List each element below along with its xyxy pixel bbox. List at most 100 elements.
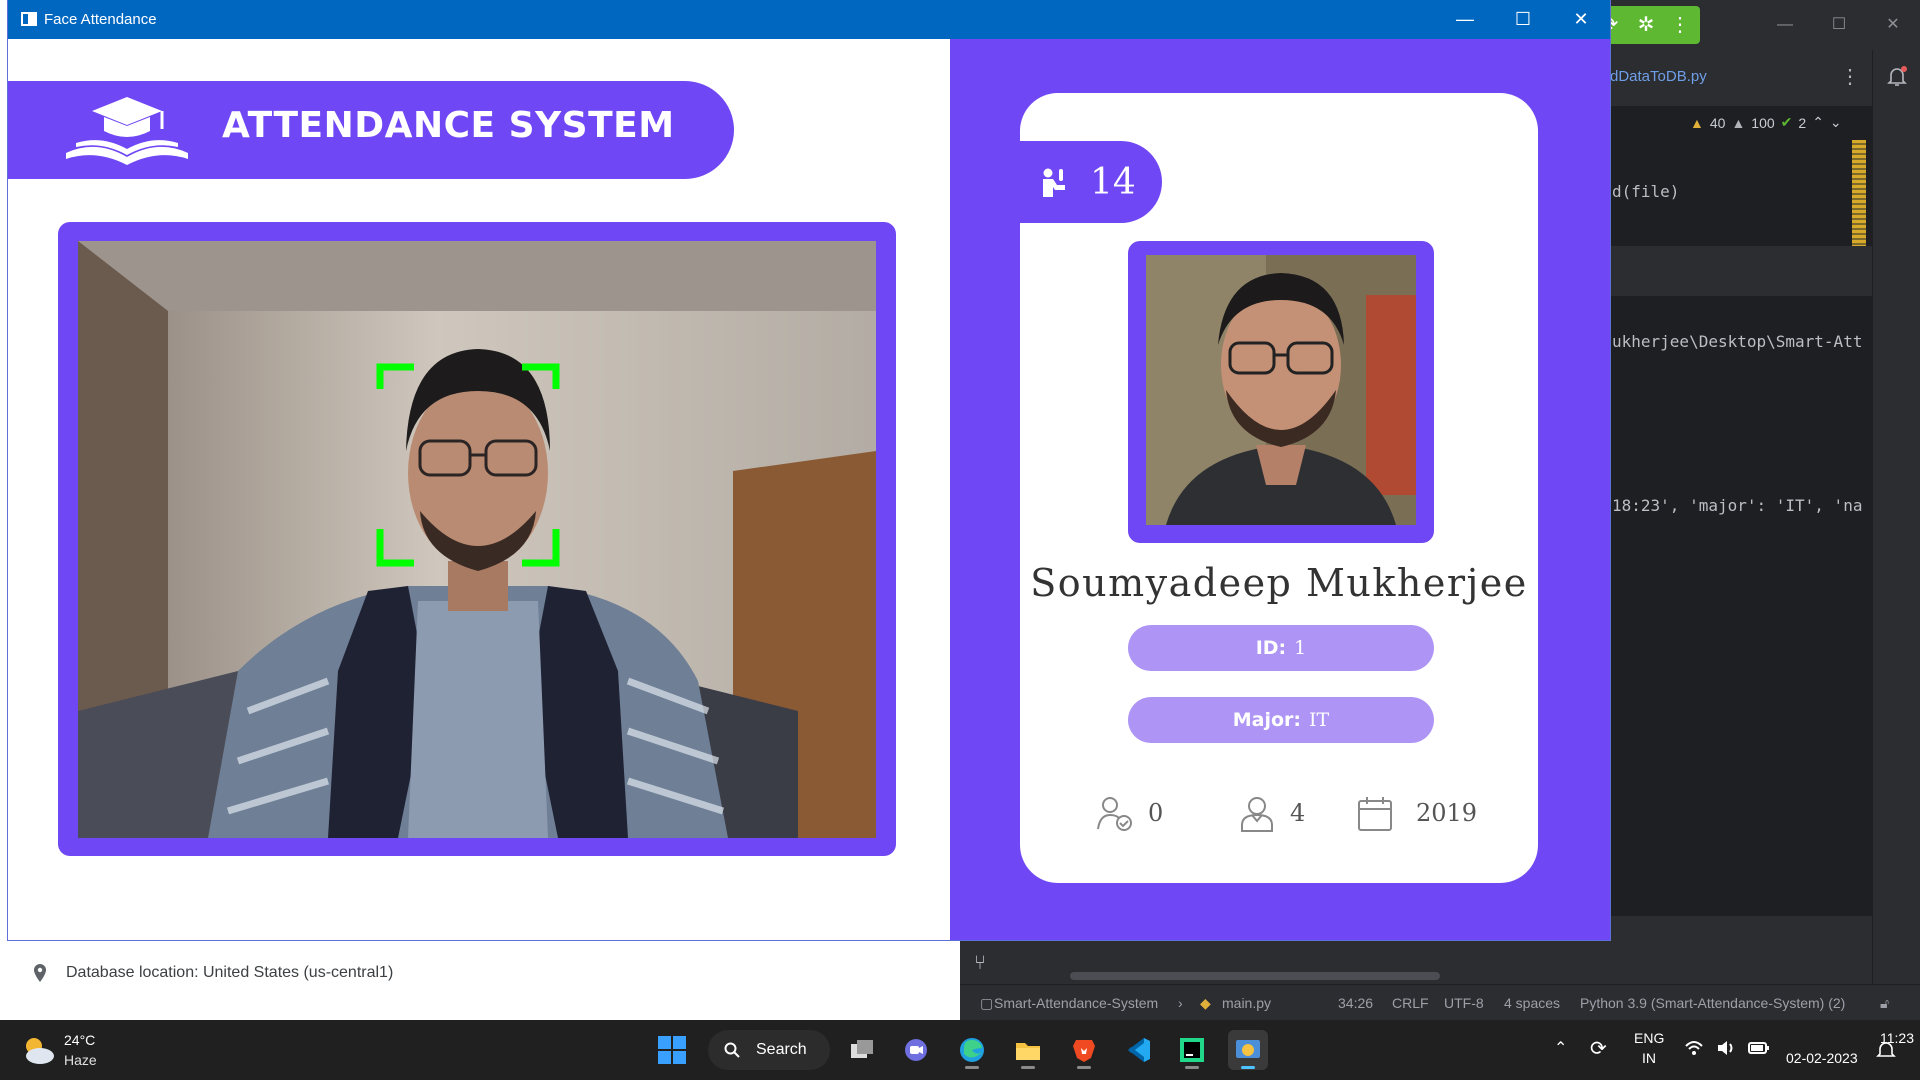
status-encoding[interactable]: UTF-8 — [1444, 995, 1484, 1011]
edge-browser-icon[interactable] — [952, 1030, 992, 1070]
face-attendance-window: Face Attendance — ☐ ✕ ATTENDANCE SYSTEM — [8, 0, 1610, 940]
window-title: Face Attendance — [44, 11, 157, 28]
inspection-widget[interactable]: ▲ 40 ▲ 100 ✔ 2 ⌃ ⌄ — [1690, 114, 1842, 131]
minimize-button[interactable]: — — [1436, 0, 1494, 39]
weather-haze-icon[interactable] — [20, 1032, 56, 1068]
user-check-icon — [1097, 797, 1132, 831]
horizontal-scrollbar[interactable] — [1070, 972, 1440, 980]
weak-warning-count: 100 — [1751, 114, 1775, 131]
warning-count: 40 — [1709, 114, 1726, 131]
page-title: ATTENDANCE SYSTEM — [222, 105, 675, 146]
maximize-button[interactable]: ☐ — [1494, 0, 1552, 39]
id-value: 1 — [1294, 637, 1307, 659]
ide-right-toolbar — [1872, 50, 1920, 1020]
more-icon[interactable]: ⋮ — [1668, 13, 1692, 37]
webcam-feed — [78, 241, 876, 838]
clock-time[interactable]: 11:23 — [1826, 1030, 1914, 1046]
stat-standing-value: 4 — [1290, 799, 1306, 827]
status-indent[interactable]: 4 spaces — [1504, 995, 1560, 1011]
python-file-icon: ◆ — [1200, 995, 1211, 1011]
attendance-count-badge: 14 — [1020, 141, 1162, 223]
calendar-icon — [1358, 797, 1392, 831]
status-file[interactable]: main.py — [1222, 995, 1271, 1011]
wifi-icon[interactable] — [1684, 1038, 1704, 1058]
brave-browser-icon[interactable] — [1064, 1030, 1104, 1070]
stat-starting-year: 2019 — [1416, 799, 1478, 827]
student-major-pill: Major: IT — [1128, 697, 1434, 743]
student-name: Soumyadeep Mukherjee — [1030, 561, 1528, 605]
console-line: ukherjee\Desktop\Smart-Att — [1612, 332, 1863, 351]
student-card: 14 Soumyadeep Mukherjee ID: 1 Major: IT … — [1020, 93, 1538, 883]
ide-close-icon[interactable]: ✕ — [1866, 0, 1920, 50]
debug-icon[interactable]: ✲ — [1634, 13, 1658, 37]
vscode-icon[interactable] — [1118, 1030, 1158, 1070]
breadcrumb-chevron-icon: › — [1178, 995, 1183, 1011]
webcam-image — [78, 241, 876, 838]
ide-maximize-icon[interactable]: ☐ — [1812, 0, 1866, 50]
webcam-frame — [58, 222, 896, 856]
id-label: ID: — [1255, 637, 1287, 659]
windows-start-icon[interactable] — [656, 1034, 688, 1066]
ide-window-controls: — ☐ ✕ — [1758, 0, 1920, 50]
check-icon: ✔ — [1780, 114, 1793, 130]
weather-description[interactable]: Haze — [64, 1052, 97, 1068]
weather-temperature[interactable]: 24°C — [64, 1032, 95, 1048]
user-icon — [1241, 797, 1273, 832]
notification-center-icon[interactable] — [1876, 1040, 1896, 1060]
console-line: 18:23', 'major': 'IT', 'na — [1612, 496, 1863, 515]
pycharm-icon[interactable] — [1172, 1030, 1212, 1070]
status-interpreter[interactable]: Python 3.9 (Smart-Attendance-System) (2) — [1580, 995, 1845, 1011]
sync-icon[interactable]: ⟳ — [1590, 1036, 1607, 1061]
search-icon — [724, 1042, 740, 1058]
region-indicator[interactable]: IN — [1642, 1050, 1656, 1066]
weak-warning-icon: ▲ — [1731, 114, 1746, 131]
attendance-count: 14 — [1090, 162, 1136, 203]
taskbar-search[interactable]: Search — [708, 1030, 830, 1070]
status-line-separator[interactable]: CRLF — [1392, 995, 1429, 1011]
window-titlebar[interactable]: Face Attendance — ☐ ✕ — [8, 0, 1610, 39]
major-label: Major: — [1232, 709, 1302, 731]
ide-minimize-icon[interactable]: — — [1758, 0, 1812, 50]
app-icon — [21, 12, 37, 26]
python-app-icon[interactable] — [1228, 1030, 1268, 1070]
warning-icon: ▲ — [1690, 114, 1704, 131]
stat-status-value: 0 — [1148, 799, 1164, 827]
status-project[interactable]: Smart-Attendance-System — [994, 995, 1158, 1011]
graduation-book-icon — [66, 97, 188, 165]
major-value: IT — [1309, 709, 1330, 731]
search-label: Search — [756, 1041, 807, 1058]
lock-icon[interactable]: 🔓︎ — [1880, 995, 1889, 1012]
student-photo — [1146, 255, 1416, 525]
notifications-icon[interactable] — [1885, 64, 1909, 88]
header-banner: ATTENDANCE SYSTEM — [8, 81, 734, 179]
student-photo-frame — [1128, 241, 1434, 543]
webcam-pane: ATTENDANCE SYSTEM — [8, 39, 950, 940]
close-button[interactable]: ✕ — [1552, 0, 1610, 39]
ide-file-tab[interactable]: dDataToDB.py — [1610, 68, 1707, 85]
scrollbar-markers[interactable] — [1852, 140, 1866, 248]
database-location: Database location: United States (us-cen… — [66, 964, 394, 981]
student-info-pane: 14 Soumyadeep Mukherjee ID: 1 Major: IT … — [950, 39, 1610, 940]
status-position[interactable]: 34:26 — [1338, 995, 1373, 1011]
file-explorer-icon[interactable] — [1008, 1030, 1048, 1070]
clock-date[interactable]: 02-02-2023 — [1786, 1050, 1866, 1066]
git-branch-icon[interactable]: ⑂ — [974, 952, 986, 975]
teams-chat-icon[interactable] — [896, 1030, 936, 1070]
student-stats: 0 4 2019 — [1020, 793, 1538, 837]
code-line: d(file) — [1612, 182, 1680, 201]
tray-overflow-icon[interactable]: ⌃ — [1554, 1038, 1567, 1058]
ide-statusbar: ▢ Smart-Attendance-System › ◆ main.py 34… — [960, 984, 1920, 1021]
student-id-pill: ID: 1 — [1128, 625, 1434, 671]
volume-icon[interactable] — [1716, 1038, 1736, 1058]
ide-tab-options-icon[interactable]: ⋮ — [1840, 64, 1860, 89]
window-controls: — ☐ ✕ — [1436, 0, 1610, 39]
battery-icon[interactable] — [1748, 1038, 1770, 1058]
browser-content: Database location: United States (us-cen… — [0, 940, 960, 1020]
prev-highlight-icon[interactable]: ⌃ — [1812, 114, 1824, 131]
task-view-icon[interactable] — [842, 1030, 882, 1070]
next-highlight-icon[interactable]: ⌄ — [1830, 114, 1842, 131]
project-icon: ▢ — [980, 995, 994, 1011]
language-indicator[interactable]: ENG — [1634, 1030, 1664, 1046]
person-raising-hand-icon — [1043, 168, 1065, 197]
ok-count: 2 — [1798, 114, 1807, 131]
